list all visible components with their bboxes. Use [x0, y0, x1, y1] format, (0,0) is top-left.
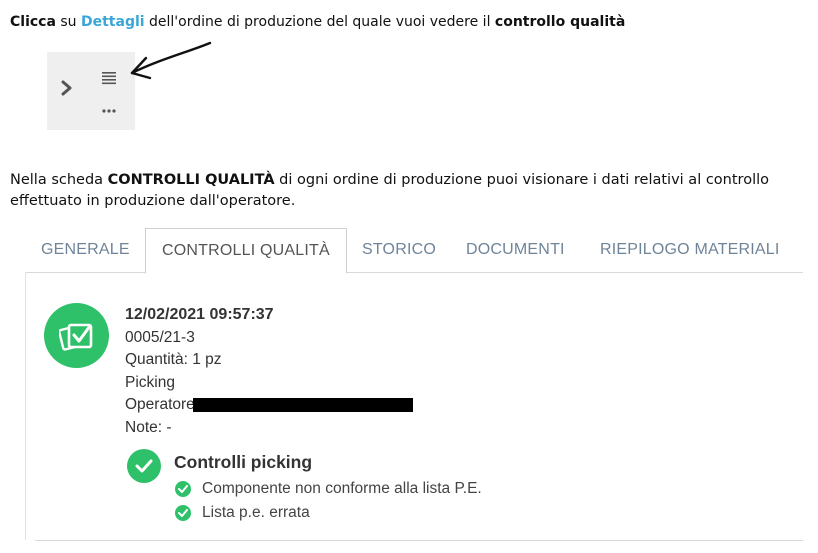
chevron-right-icon[interactable] [60, 80, 74, 96]
tab-storico[interactable]: STORICO [362, 228, 436, 272]
instruction-text: Clicca su Dettagli dell'ordine di produz… [10, 14, 625, 30]
control-item-label: Componente non conforme alla lista P.E. [202, 480, 482, 497]
tab-documenti[interactable]: DOCUMENTI [466, 228, 565, 272]
control-item-label: Lista p.e. errata [202, 504, 310, 521]
tab-riepilogo-materiali[interactable]: RIEPILOGO MATERIALI [600, 228, 780, 272]
controls-title: Controlli picking [174, 452, 313, 472]
row-action-buttons [47, 52, 135, 130]
description-bold-tab-name: CONTROLLI QUALITÀ [107, 172, 275, 188]
description-text-part: Nella scheda [10, 172, 108, 188]
check-circle-icon [175, 481, 191, 497]
instruction-text-part: dell'ordine di produzione del quale vuoi… [144, 14, 495, 30]
checklist-icon [59, 323, 93, 351]
entry-quantity: Quantità: 1 pz [125, 351, 222, 368]
panel-divider [35, 540, 803, 541]
description-text: Nella scheda CONTROLLI QUALITÀ di ogni o… [10, 170, 790, 212]
instruction-text-part: su [55, 14, 81, 30]
entry-order-number: 0005/21-3 [125, 328, 195, 346]
check-circle-icon [175, 505, 191, 521]
quality-check-avatar [44, 303, 109, 368]
pointer-arrow-icon [130, 41, 212, 80]
more-dots-icon[interactable] [102, 98, 116, 113]
check-circle-icon [127, 449, 161, 483]
entry-operator: Operatore [125, 395, 413, 418]
instruction-bold-clicca: Clicca [10, 14, 56, 30]
tab-controlli-qualita[interactable]: CONTROLLI QUALITÀ [145, 228, 347, 274]
entry-note: Note: - [125, 418, 172, 436]
tab-generale[interactable]: GENERALE [41, 228, 130, 272]
list-icon[interactable] [101, 70, 117, 86]
entry-datetime: 12/02/2021 09:57:37 [125, 306, 274, 323]
dettagli-link-text: Dettagli [81, 14, 145, 30]
instruction-bold-controllo: controllo qualità [494, 14, 626, 30]
operator-label: Operatore [125, 396, 195, 413]
redacted-operator-name [192, 397, 413, 412]
entry-phase: Picking [125, 373, 175, 391]
control-entry: 12/02/2021 09:57:37 0005/21-3 Quantità: … [125, 305, 413, 440]
tab-bar: GENERALE CONTROLLI QUALITÀ STORICO DOCUM… [25, 228, 803, 274]
